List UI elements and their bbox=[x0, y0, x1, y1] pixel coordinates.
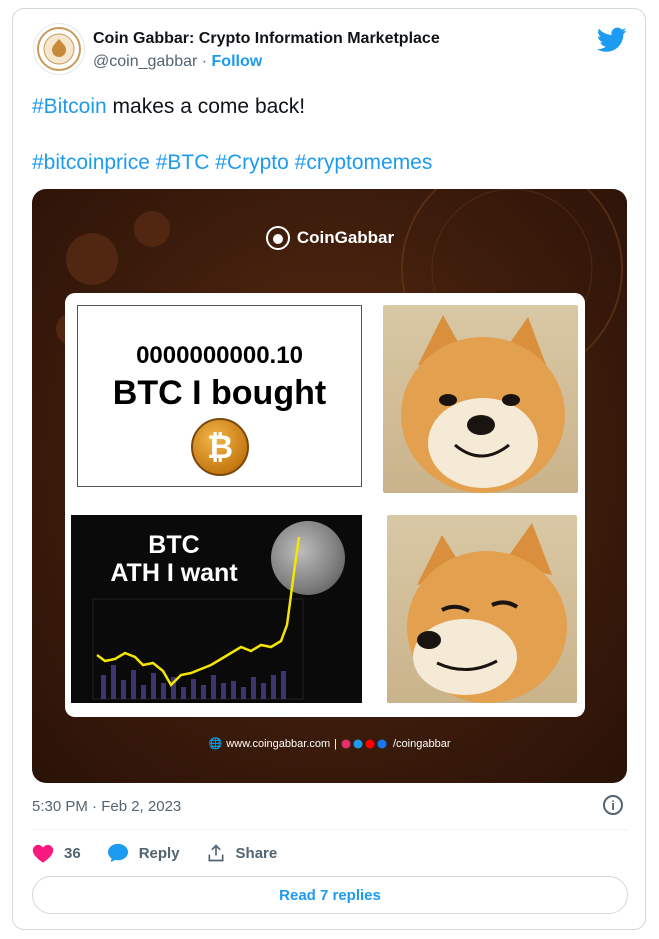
social-icons bbox=[341, 739, 387, 748]
tweet-line-1: #Bitcoin makes a come back! bbox=[32, 93, 632, 121]
meme-panel-bought: 0000000000.10 BTC I bought ₿ bbox=[77, 305, 362, 487]
share-button[interactable]: Share bbox=[206, 843, 278, 863]
coin-gabbar-logo-icon bbox=[37, 27, 81, 71]
bought-label: BTC I bought bbox=[112, 374, 327, 412]
hashtag-link[interactable]: #bitcoinprice bbox=[32, 151, 150, 174]
like-count: 36 bbox=[64, 844, 81, 862]
media-brand-name: CoinGabbar bbox=[296, 228, 395, 247]
tweet-actions: 36 Reply Share bbox=[32, 841, 303, 865]
media-brand: CoinGabbar bbox=[32, 225, 627, 251]
divider bbox=[32, 829, 628, 830]
tweet-line-2: #bitcoinprice #BTC #Crypto #cryptomemes bbox=[32, 149, 632, 177]
divider-bar: | bbox=[334, 737, 337, 750]
tweet-text: #Bitcoin makes a come back! #bitcoinpric… bbox=[32, 93, 632, 177]
reply-button[interactable]: Reply bbox=[107, 843, 180, 863]
author-avatar[interactable] bbox=[33, 23, 85, 75]
tweet-card: Coin Gabbar: Crypto Information Marketpl… bbox=[12, 8, 646, 930]
doge-smug-image bbox=[387, 515, 577, 703]
hashtag-link[interactable]: #cryptomemes bbox=[295, 151, 433, 174]
globe-icon: 🌐 bbox=[208, 738, 223, 750]
tweet-body: makes a come back! bbox=[106, 95, 306, 118]
bitcoin-coin-icon: ₿ bbox=[191, 418, 249, 476]
meme-board: 0000000000.10 BTC I bought ₿ BTC ATH I w… bbox=[65, 293, 585, 717]
meme-panel-ath: BTC ATH I want bbox=[71, 515, 362, 703]
tweet-timestamp[interactable]: 5:30 PM · Feb 2, 2023 bbox=[32, 798, 181, 815]
media-footer-handle: /coingabbar bbox=[393, 737, 451, 750]
info-icon[interactable]: i bbox=[603, 795, 623, 815]
like-button[interactable]: 36 bbox=[32, 843, 81, 863]
author-meta: @coin_gabbar · Follow bbox=[93, 53, 262, 71]
heart-icon bbox=[32, 844, 54, 863]
media-footer-url: www.coingabbar.com bbox=[226, 737, 331, 750]
follow-button[interactable]: Follow bbox=[212, 53, 263, 70]
read-replies-button[interactable]: Read 7 replies bbox=[32, 876, 628, 914]
reply-label: Reply bbox=[138, 844, 180, 862]
share-label: Share bbox=[235, 844, 278, 862]
separator-dot: · bbox=[197, 53, 212, 70]
author-name[interactable]: Coin Gabbar: Crypto Information Marketpl… bbox=[93, 30, 440, 48]
lion-logo-icon bbox=[265, 226, 290, 250]
author-handle[interactable]: @coin_gabbar bbox=[93, 53, 197, 70]
price-chart-image bbox=[92, 536, 304, 700]
hashtag-link[interactable]: #Crypto bbox=[215, 151, 289, 174]
share-icon bbox=[208, 844, 224, 862]
hashtag-link[interactable]: #Bitcoin bbox=[32, 95, 107, 118]
twitter-bird-icon[interactable] bbox=[597, 27, 627, 53]
bought-amount: 0000000000.10 bbox=[136, 342, 303, 369]
tweet-media-image[interactable]: CoinGabbar 0000000000.10 BTC I bought ₿ bbox=[32, 189, 627, 783]
doge-happy-image bbox=[383, 305, 578, 493]
media-footer: 🌐 www.coingabbar.com | /coingabbar bbox=[32, 737, 627, 751]
reply-bubble-icon bbox=[107, 843, 128, 863]
hashtag-link[interactable]: #BTC bbox=[156, 151, 210, 174]
